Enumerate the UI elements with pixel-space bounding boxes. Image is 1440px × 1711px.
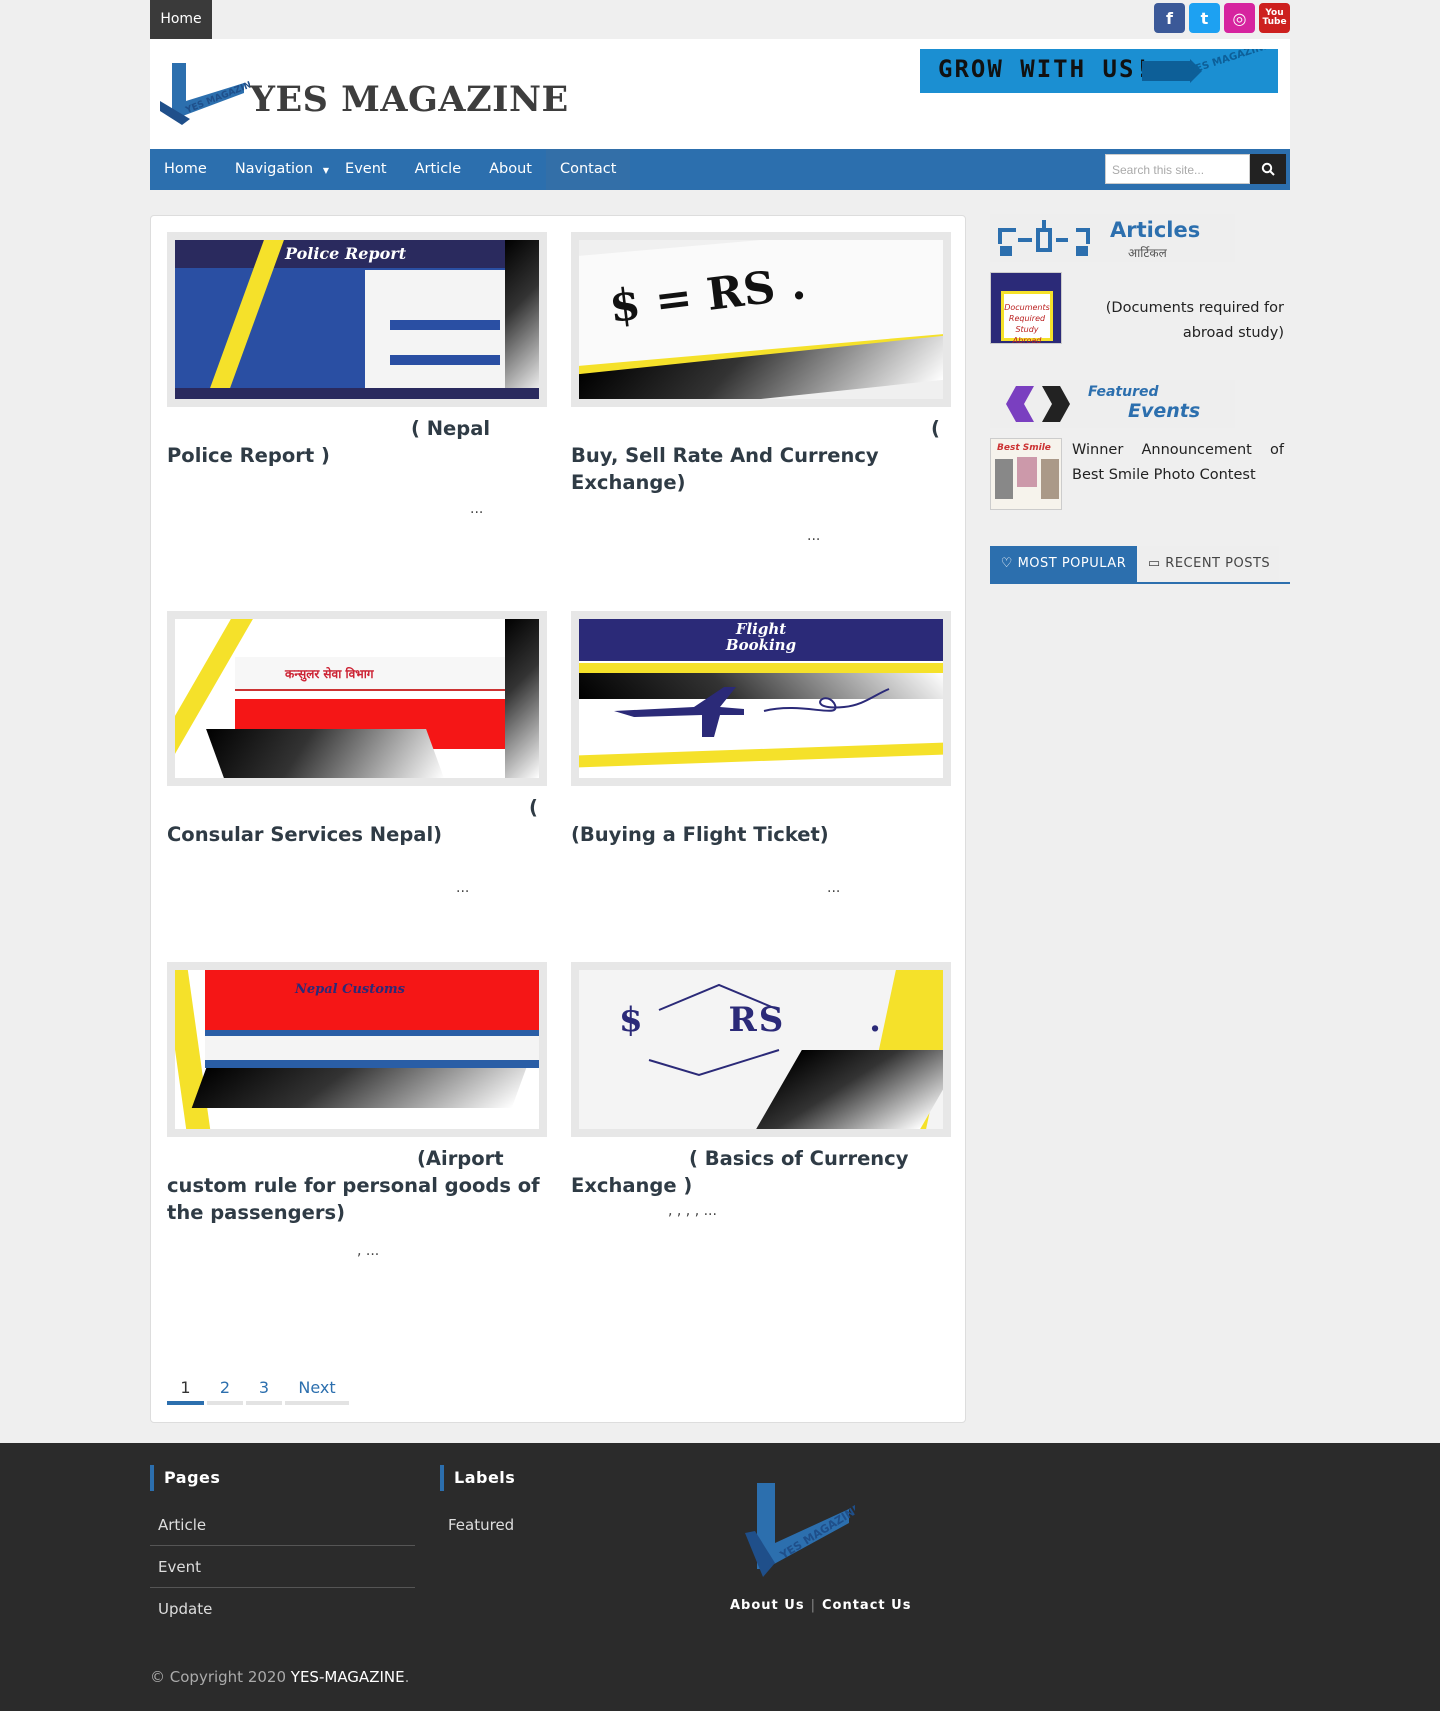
tab-most-popular[interactable]: ♡ MOST POPULAR [990, 546, 1137, 582]
thumb-title: Flight Booking [725, 620, 797, 654]
sidebar-event-link[interactable]: Winner Announcement of Best Smile Photo … [1072, 438, 1284, 488]
sidebar-article-thumb-text: Documents Required Study Abroad [1001, 291, 1053, 343]
top-home-link[interactable]: Home [150, 0, 212, 39]
site-header: YES MAGAZINE YES MAGAZINE GROW WITH US! … [150, 39, 1290, 149]
social-links: f t ◎ You Tube [1154, 3, 1290, 33]
post-title[interactable]: ( Consular Services Nepal) [167, 794, 547, 848]
thumb-title: कन्सुलर सेवा विभाग [285, 667, 374, 681]
copyright-site-link[interactable]: YES-MAGAZINE [291, 1668, 405, 1686]
chevron-down-icon: ▼ [322, 166, 330, 175]
tab-recent-posts-label: RECENT POSTS [1165, 556, 1271, 571]
sidebar-tabs: ♡ MOST POPULAR ▭ RECENT POSTS [990, 546, 1290, 584]
footer-pages-heading: Pages [150, 1465, 220, 1491]
events-heading-line1: Featured [1088, 384, 1159, 400]
post-list: Police Report ( Nepal Police Report ) ..… [150, 215, 966, 1423]
post-thumbnail[interactable]: Nepal Customs [167, 962, 547, 1137]
copyright-text: © Copyright 2020 [150, 1668, 287, 1686]
post-snippet: ... [827, 880, 841, 896]
post-title[interactable]: ( Buy, Sell Rate And Currency Exchange) [571, 415, 951, 496]
footer-labels-heading: Labels [440, 1465, 515, 1491]
instagram-icon[interactable]: ◎ [1224, 3, 1255, 33]
post-title[interactable]: (Buying a Flight Ticket) [571, 821, 951, 848]
articles-heading-en: Articles [1110, 218, 1201, 242]
post-thumbnail[interactable]: Flight Booking [571, 611, 951, 786]
sidebar-article-item: Documents Required Study Abroad (Documen… [990, 272, 1290, 344]
top-bar: Home f t ◎ You Tube [150, 0, 1290, 39]
post-thumbnail[interactable]: कन्सुलर सेवा विभाग [167, 611, 547, 786]
post-snippet: , , , , ... [668, 1203, 717, 1219]
footer-logo-text: YES MAGAZINE [777, 1502, 855, 1563]
post-snippet: ... [456, 880, 470, 896]
articles-icon [998, 220, 1090, 256]
featured-chevrons-icon [1006, 386, 1070, 422]
footer-separator: | [810, 1598, 816, 1613]
page-1[interactable]: 1 [167, 1371, 204, 1405]
sidebar-event-item: Best Smile Winner Announcement of Best S… [990, 438, 1290, 510]
tab-recent-posts[interactable]: ▭ RECENT POSTS [1139, 546, 1279, 582]
page-2[interactable]: 2 [207, 1371, 243, 1405]
post-title[interactable]: ( Nepal Police Report ) [167, 415, 547, 469]
thumb-title: Police Report [285, 244, 407, 263]
footer-link-event[interactable]: Event [150, 1546, 415, 1588]
next-page[interactable]: Next [285, 1371, 349, 1405]
site-name[interactable]: YES MAGAZINE [250, 79, 569, 120]
pagination: 1 2 3 Next [167, 1371, 349, 1405]
nav-contact[interactable]: Contact [546, 149, 631, 190]
youtube-icon[interactable]: You Tube [1259, 3, 1290, 33]
post-thumbnail[interactable]: Police Report [167, 232, 547, 407]
footer-about-link[interactable]: About Us [730, 1598, 805, 1613]
sidebar-event-thumb-text: Best Smile [997, 443, 1051, 453]
post-snippet: ... [470, 501, 484, 517]
copyright-end: . [404, 1668, 410, 1686]
footer-link-article[interactable]: Article [150, 1504, 415, 1546]
footer-link-update[interactable]: Update [150, 1588, 415, 1630]
nav-article[interactable]: Article [401, 149, 476, 190]
nav-menu: Home Navigation ▼ Event Article About Co… [150, 149, 631, 190]
site-footer: Pages Article Event Update Labels Featur… [0, 1443, 1440, 1711]
events-heading: Featured Events [990, 380, 1235, 428]
nav-navigation-label: Navigation [234, 161, 314, 177]
footer-about-contact: About Us | Contact Us [730, 1598, 911, 1613]
post-thumbnail[interactable]: $ = RS . [571, 232, 951, 407]
post-snippet: , ... [357, 1243, 380, 1259]
facebook-icon[interactable]: f [1154, 3, 1185, 33]
tab-most-popular-label: MOST POPULAR [1017, 556, 1127, 571]
post-title[interactable]: (Airport custom rule for personal goods … [167, 1145, 547, 1226]
thumb-title: Nepal Customs [295, 982, 405, 997]
post-thumbnail[interactable]: $ RS . [571, 962, 951, 1137]
folder-icon: ▭ [1147, 556, 1166, 571]
footer-logo-icon: YES MAGAZINE [745, 1473, 864, 1587]
nav-event[interactable]: Event [331, 149, 401, 190]
exchange-arrows-icon [648, 983, 780, 1077]
twitter-icon[interactable]: t [1189, 3, 1220, 33]
footer-label-featured[interactable]: Featured [440, 1504, 705, 1546]
search-icon [1261, 162, 1275, 176]
logo-icon[interactable]: YES MAGAZINE [160, 57, 259, 133]
events-heading-line2: Events [1128, 400, 1201, 422]
search-input[interactable]: Search this site... [1105, 154, 1250, 184]
nav-navigation[interactable]: Navigation ▼ [221, 149, 331, 190]
nav-home[interactable]: Home [150, 149, 221, 190]
main-nav: Home Navigation ▼ Event Article About Co… [150, 149, 1290, 190]
grow-with-us-banner[interactable]: GROW WITH US! YES MAGAZINE [920, 49, 1278, 93]
articles-heading: Articles आर्टिकल [990, 214, 1235, 262]
nav-about[interactable]: About [475, 149, 546, 190]
footer-contact-link[interactable]: Contact Us [822, 1598, 911, 1613]
heart-icon: ♡ [1000, 556, 1018, 571]
copyright: © Copyright 2020 YES-MAGAZINE. [150, 1668, 409, 1686]
post-snippet: ... [807, 528, 821, 544]
banner-text: GROW WITH US! [938, 55, 1152, 83]
airplane-icon [614, 687, 890, 737]
sidebar-event-thumbnail[interactable]: Best Smile [990, 438, 1062, 510]
post-title[interactable]: ( Basics of Currency Exchange ) [571, 1145, 951, 1199]
page-3[interactable]: 3 [246, 1371, 282, 1405]
banner-logo: YES MAGAZINE [1187, 49, 1272, 77]
search-button[interactable] [1250, 154, 1286, 184]
sidebar-article-link[interactable]: (Documents required for abroad study) [1072, 296, 1284, 346]
sidebar-article-thumbnail[interactable]: Documents Required Study Abroad [990, 272, 1062, 344]
articles-heading-np: आर्टिकल [1128, 246, 1167, 260]
banner-arrow-icon [1142, 59, 1202, 83]
svg-text:YES MAGAZINE: YES MAGAZINE [184, 78, 250, 116]
